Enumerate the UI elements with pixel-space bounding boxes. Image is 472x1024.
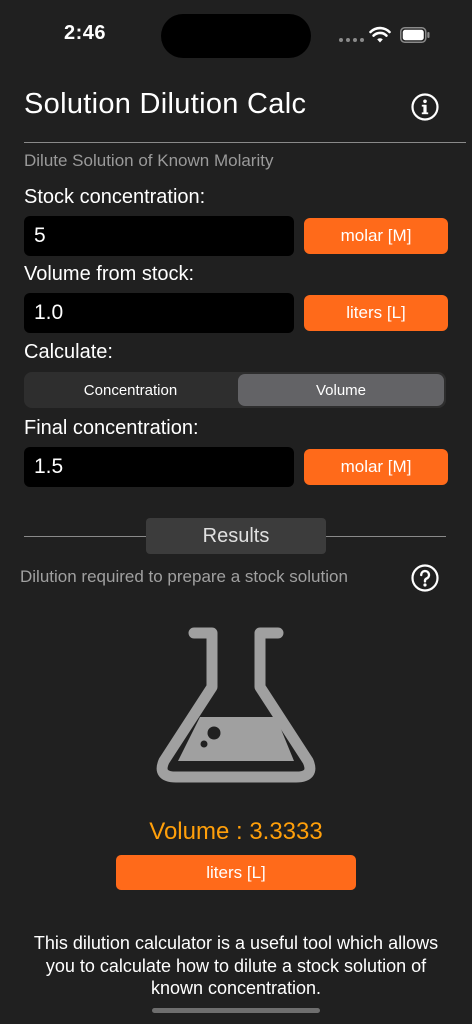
result-unit-button[interactable]: liters [L]	[116, 855, 356, 890]
volume-from-stock-unit-button[interactable]: liters [L]	[304, 295, 448, 331]
calculate-label: Calculate:	[24, 341, 113, 363]
results-description: Dilution required to prepare a stock sol…	[20, 567, 348, 586]
segment-concentration[interactable]: Concentration	[26, 374, 235, 406]
results-divider-left	[24, 536, 146, 537]
help-icon[interactable]	[411, 564, 439, 592]
info-icon[interactable]	[411, 93, 439, 121]
segment-volume[interactable]: Volume	[238, 374, 444, 406]
flask-icon	[156, 627, 316, 783]
form-subtitle: Dilute Solution of Known Molarity	[24, 151, 274, 170]
stock-concentration-unit-button[interactable]: molar [M]	[304, 218, 448, 254]
stock-concentration-input[interactable]: 5	[24, 216, 294, 256]
footer-description: This dilution calculator is a useful too…	[33, 933, 439, 998]
home-indicator	[152, 1008, 320, 1013]
final-concentration-label: Final concentration:	[24, 417, 199, 439]
stock-concentration-label: Stock concentration:	[24, 186, 206, 208]
status-time: 2:46	[64, 22, 107, 44]
results-header: Results	[146, 518, 326, 554]
results-divider-right	[326, 536, 446, 537]
battery-icon	[400, 27, 430, 43]
dynamic-island	[161, 14, 311, 58]
result-volume-value: Volume : 3.3333	[149, 818, 323, 845]
page-title: Solution Dilution Calc	[24, 88, 307, 120]
volume-from-stock-label: Volume from stock:	[24, 263, 195, 285]
volume-from-stock-input[interactable]: 1.0	[24, 293, 294, 333]
wifi-icon	[369, 26, 391, 43]
header-divider	[24, 142, 466, 143]
cellular-signal-icon	[339, 38, 364, 42]
calculate-segmented-control: Concentration Volume	[24, 372, 446, 408]
final-concentration-unit-button[interactable]: molar [M]	[304, 449, 448, 485]
final-concentration-input[interactable]: 1.5	[24, 447, 294, 487]
